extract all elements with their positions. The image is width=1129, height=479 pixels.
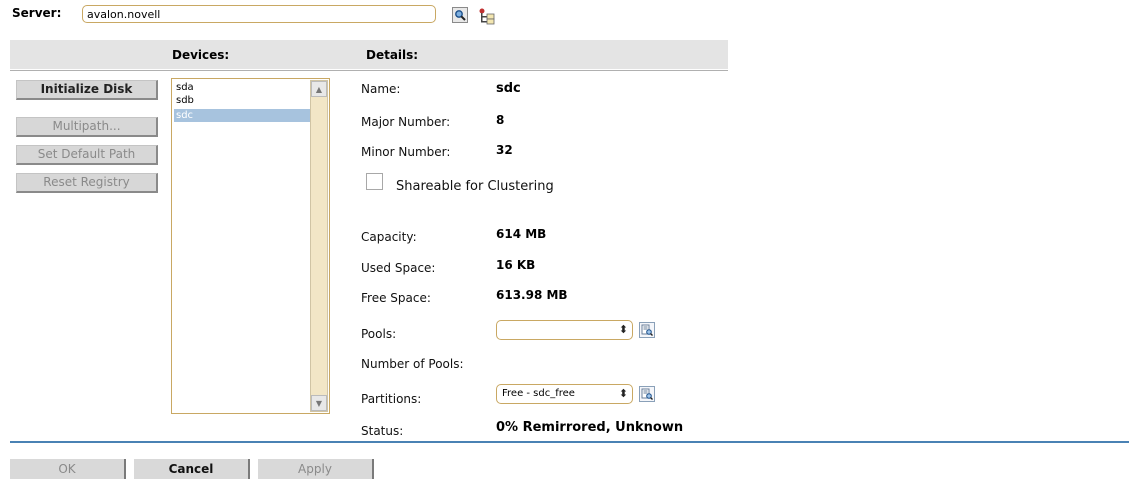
- server-label: Server:: [12, 6, 62, 20]
- bottom-divider: [10, 441, 1129, 443]
- tree-browse-icon-glyph: [479, 8, 495, 25]
- name-label: Name:: [361, 82, 401, 96]
- status-label: Status:: [361, 424, 404, 438]
- magnifier-icon[interactable]: [452, 7, 468, 23]
- magnifier-icon-glyph: [455, 10, 466, 21]
- device-list[interactable]: sda sdb sdc ▲ ▼: [171, 78, 330, 414]
- apply-button[interactable]: Apply: [258, 459, 374, 479]
- partitions-details-icon[interactable]: [639, 386, 655, 402]
- status-value: 0% Remirrored, Unknown: [496, 420, 684, 435]
- initialize-disk-button[interactable]: Initialize Disk: [16, 80, 158, 100]
- details-icon: [641, 324, 653, 336]
- minor-number-label: Minor Number:: [361, 145, 451, 159]
- used-space-label: Used Space:: [361, 261, 436, 275]
- scroll-up-icon[interactable]: ▲: [311, 81, 327, 97]
- major-number-label: Major Number:: [361, 115, 451, 129]
- reset-registry-button[interactable]: Reset Registry: [16, 173, 158, 193]
- pools-label: Pools:: [361, 327, 397, 341]
- ok-button[interactable]: OK: [10, 459, 126, 479]
- select-arrows-icon: ⬍: [618, 387, 628, 400]
- partitions-select[interactable]: Free - sdc_free ⬍: [496, 384, 633, 404]
- cancel-button[interactable]: Cancel: [134, 459, 250, 479]
- server-input[interactable]: [82, 5, 436, 23]
- device-item-sdc[interactable]: sdc: [174, 109, 312, 122]
- free-space-value: 613.98 MB: [496, 288, 568, 302]
- devices-header: Devices:: [172, 48, 230, 62]
- pools-select[interactable]: ⬍: [496, 320, 633, 340]
- used-space-value: 16 KB: [496, 258, 536, 272]
- capacity-value: 614 MB: [496, 227, 547, 241]
- shareable-checkbox[interactable]: [366, 173, 383, 190]
- name-value: sdc: [496, 81, 521, 96]
- set-default-path-button[interactable]: Set Default Path: [16, 145, 158, 165]
- multipath-button[interactable]: Multipath...: [16, 117, 158, 137]
- shareable-label: Shareable for Clustering: [396, 179, 554, 194]
- tree-browse-icon[interactable]: [478, 7, 496, 25]
- device-list-scrollbar[interactable]: ▲ ▼: [310, 80, 328, 412]
- details-header: Details:: [366, 48, 419, 62]
- partitions-select-value: Free - sdc_free: [502, 388, 575, 399]
- minor-number-value: 32: [496, 143, 513, 157]
- partitions-label: Partitions:: [361, 392, 422, 406]
- header-divider: [10, 70, 728, 71]
- select-arrows-icon: ⬍: [618, 323, 628, 336]
- details-icon: [641, 388, 653, 400]
- scroll-down-icon[interactable]: ▼: [311, 395, 327, 411]
- free-space-label: Free Space:: [361, 291, 431, 305]
- capacity-label: Capacity:: [361, 230, 417, 244]
- pools-details-icon[interactable]: [639, 322, 655, 338]
- device-item-sdb[interactable]: sdb: [174, 94, 312, 107]
- major-number-value: 8: [496, 113, 505, 127]
- device-item-sda[interactable]: sda: [174, 81, 312, 94]
- number-of-pools-label: Number of Pools:: [361, 357, 464, 371]
